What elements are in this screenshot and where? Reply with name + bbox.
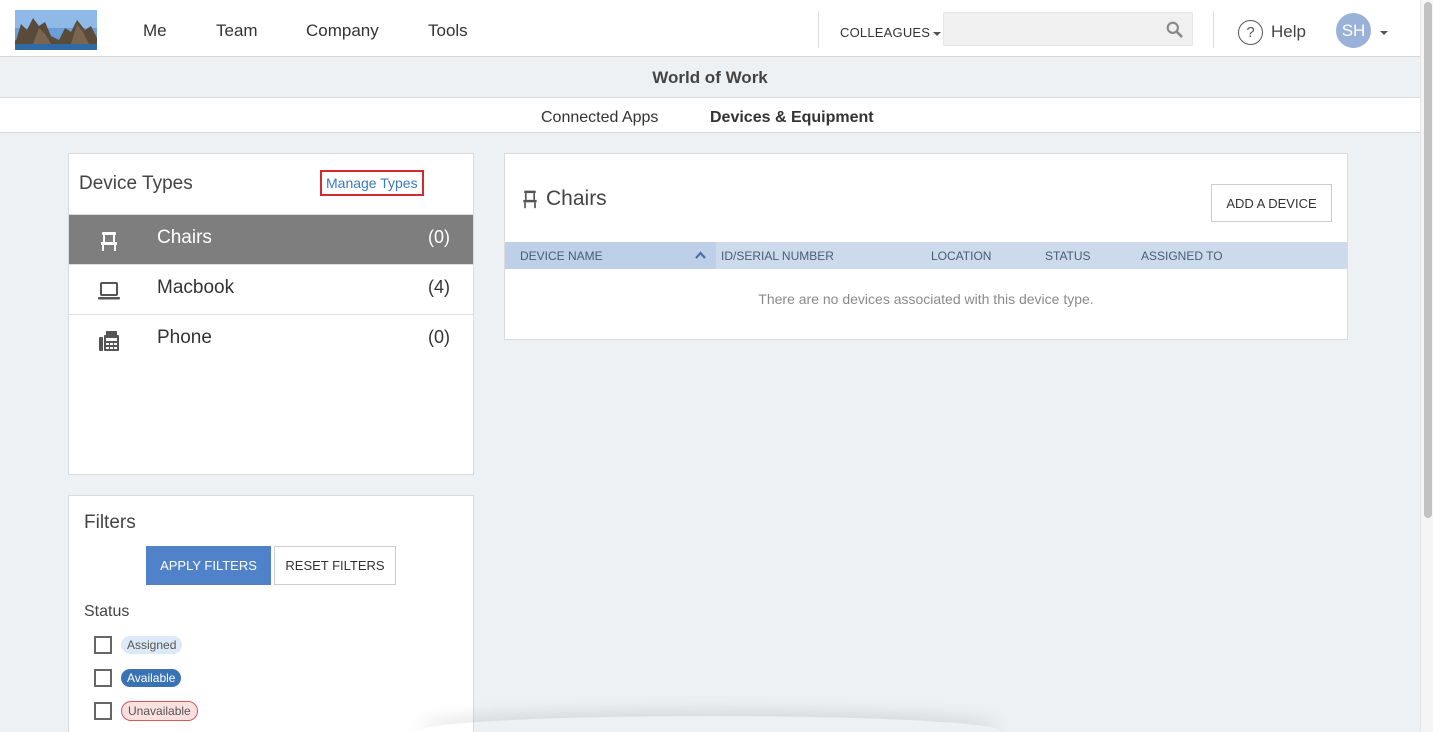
status-filter-available: Available (94, 667, 182, 689)
help-label: Help (1271, 22, 1306, 41)
tab-devices-equipment[interactable]: Devices & Equipment (710, 109, 874, 127)
colleagues-dropdown[interactable]: COLLEAGUES (840, 25, 942, 40)
nav-divider (1213, 10, 1214, 48)
devices-panel-title-text: Chairs (546, 187, 607, 210)
add-device-button[interactable]: ADD A DEVICE (1211, 184, 1332, 222)
help-link[interactable]: ? Help (1238, 19, 1306, 45)
status-filter-unavailable: Unavailable (94, 700, 198, 722)
sort-ascending-icon[interactable] (695, 251, 706, 259)
phone-icon (99, 331, 119, 351)
available-checkbox[interactable] (94, 669, 112, 687)
column-status[interactable]: STATUS (1045, 249, 1091, 263)
page-scrollbar[interactable] (1420, 0, 1433, 732)
tab-bar: Connected Apps Devices & Equipment (0, 98, 1420, 133)
device-type-count: (4) (428, 277, 450, 297)
page-title: World of Work (652, 68, 768, 87)
tab-connected-apps[interactable]: Connected Apps (541, 109, 658, 127)
status-badge: Assigned (121, 636, 183, 654)
device-type-count: (0) (428, 327, 450, 347)
nav-divider (818, 10, 819, 48)
search-icon[interactable] (1166, 21, 1183, 38)
nav-team[interactable]: Team (216, 21, 258, 41)
empty-table-message: There are no devices associated with thi… (758, 291, 1094, 307)
floating-shadow (420, 716, 1000, 732)
devices-panel: Chairs ADD A DEVICE DEVICE NAME ID/SERIA… (504, 153, 1348, 340)
devices-table-header: DEVICE NAME ID/SERIAL NUMBER LOCATION ST… (505, 242, 1347, 269)
search-field[interactable] (943, 12, 1193, 46)
device-types-panel: Device Types Manage Types Chairs (0) Mac… (68, 153, 474, 475)
status-badge: Unavailable (121, 701, 198, 721)
avatar[interactable]: SH (1336, 13, 1371, 48)
filters-panel: Filters APPLY FILTERS RESET FILTERS Stat… (68, 495, 474, 732)
manage-types-link[interactable]: Manage Types (320, 170, 424, 196)
filters-title: Filters (84, 512, 136, 533)
scrollbar-thumb[interactable] (1424, 2, 1432, 518)
chevron-down-icon (933, 31, 942, 36)
nav-me[interactable]: Me (143, 21, 167, 41)
status-filter-assigned: Assigned (94, 634, 183, 656)
assigned-checkbox[interactable] (94, 636, 112, 654)
device-type-phone[interactable]: Phone (0) (69, 314, 473, 364)
unavailable-checkbox[interactable] (94, 702, 112, 720)
column-assigned-to[interactable]: ASSIGNED TO (1141, 249, 1223, 263)
top-nav-bar: Me Team Company Tools COLLEAGUES ? Help … (0, 0, 1420, 57)
status-filter-label: Status (84, 603, 130, 620)
search-input[interactable] (944, 13, 1159, 45)
colleagues-label: COLLEAGUES (840, 25, 931, 40)
device-type-chairs[interactable]: Chairs (0) (69, 214, 473, 264)
device-type-macbook[interactable]: Macbook (4) (69, 264, 473, 314)
laptop-icon (98, 282, 120, 300)
company-logo[interactable] (15, 10, 97, 50)
nav-company[interactable]: Company (306, 21, 379, 41)
column-location[interactable]: LOCATION (931, 249, 991, 263)
column-device-name[interactable]: DEVICE NAME (520, 249, 603, 263)
device-types-title: Device Types (79, 173, 193, 194)
page-header: World of Work (0, 58, 1420, 98)
device-type-label: Chairs (157, 227, 212, 248)
chevron-down-icon[interactable] (1380, 31, 1388, 35)
device-type-label: Phone (157, 327, 212, 348)
apply-filters-button[interactable]: APPLY FILTERS (146, 546, 271, 585)
nav-tools[interactable]: Tools (428, 21, 468, 41)
reset-filters-button[interactable]: RESET FILTERS (274, 546, 396, 585)
device-type-label: Macbook (157, 277, 235, 298)
device-type-count: (0) (428, 227, 450, 247)
avatar-initials: SH (1341, 20, 1366, 40)
help-icon: ? (1238, 19, 1263, 45)
column-serial-number[interactable]: ID/SERIAL NUMBER (721, 249, 834, 263)
status-badge: Available (121, 669, 182, 687)
devices-panel-title: Chairs (520, 187, 607, 211)
chair-icon (523, 190, 537, 209)
chair-icon (101, 232, 117, 251)
